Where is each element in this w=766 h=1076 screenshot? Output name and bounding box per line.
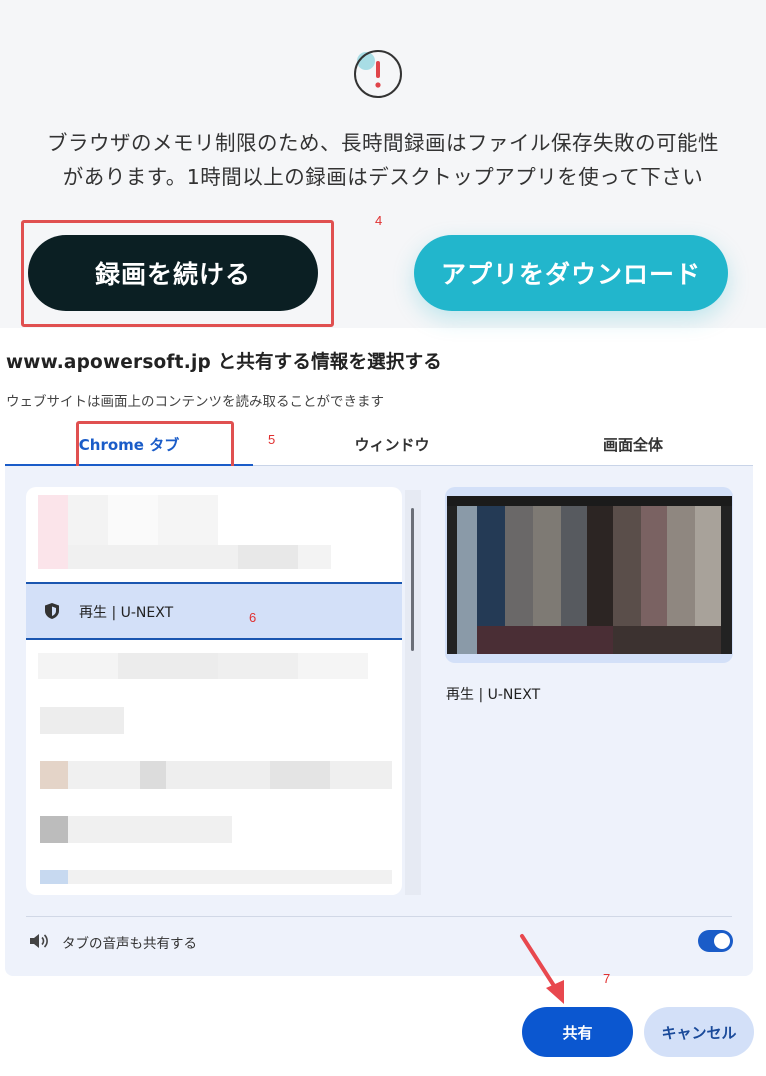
annotation-number-4: 4	[375, 213, 383, 228]
selected-tab-label: 再生 | U-NEXT	[79, 605, 174, 621]
list-item[interactable]	[40, 870, 392, 884]
warning-icon	[354, 50, 402, 98]
list-item[interactable]	[40, 761, 392, 789]
share-audio-toggle[interactable]	[698, 930, 733, 952]
selected-tab-item[interactable]: 再生 | U-NEXT	[26, 582, 402, 640]
list-item[interactable]	[40, 707, 124, 734]
preview-label: 再生 | U-NEXT	[446, 687, 541, 703]
message-line-2: があります。1時間以上の録画はデスクトップアプリを使って下さい	[62, 165, 704, 189]
share-button[interactable]: 共有	[522, 1007, 633, 1057]
download-app-button[interactable]: アプリをダウンロード	[414, 235, 728, 311]
annotation-box-4	[21, 220, 334, 327]
annotation-number-7: 7	[603, 971, 611, 986]
tab-list[interactable]	[26, 487, 402, 895]
toggle-knob	[714, 933, 730, 949]
annotation-number-6: 6	[249, 610, 257, 625]
speaker-icon	[30, 934, 48, 948]
tab-window[interactable]: ウィンドウ	[267, 424, 517, 464]
list-item[interactable]	[38, 545, 331, 569]
annotation-box-5	[76, 421, 234, 471]
annotation-number-5: 5	[268, 432, 276, 447]
tab-preview-thumbnail	[447, 496, 732, 654]
list-item[interactable]	[40, 816, 232, 843]
dialog-subtitle: ウェブサイトは画面上のコンテンツを読み取ることができます	[6, 394, 384, 410]
dialog-title: www.apowersoft.jp と共有する情報を選択する	[6, 352, 442, 373]
shield-icon	[45, 603, 59, 619]
list-scrollbar[interactable]	[411, 508, 414, 651]
cancel-button[interactable]: キャンセル	[644, 1007, 754, 1057]
list-item[interactable]	[38, 653, 368, 679]
tab-entire-screen[interactable]: 画面全体	[515, 424, 751, 464]
message-line-1: ブラウザのメモリ制限のため、長時間録画はファイル保存失敗の可能性	[47, 131, 719, 155]
memory-warning-message: ブラウザのメモリ制限のため、長時間録画はファイル保存失敗の可能性 があります。1…	[0, 126, 766, 194]
share-audio-label: タブの音声も共有する	[62, 936, 197, 952]
divider	[26, 916, 732, 917]
annotation-arrow-icon	[520, 934, 564, 1004]
